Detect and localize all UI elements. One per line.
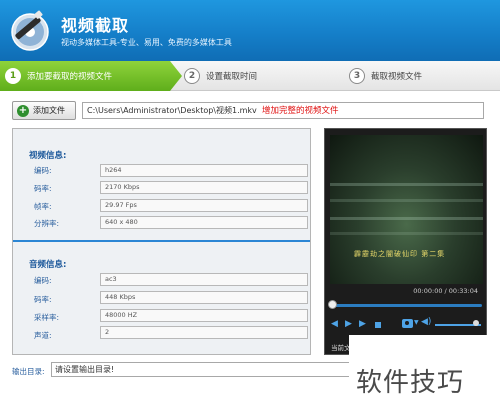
watermark-text: 软件技巧 — [356, 368, 465, 398]
disc-wand-logo-icon — [11, 10, 49, 51]
video-codec-field: h264 — [100, 164, 308, 177]
audio-channels-field: 2 — [100, 326, 308, 339]
video-codec-label: 编码: — [34, 166, 52, 175]
water-texture — [330, 199, 483, 202]
time-readout: 00:00:00 / 00:33:04 — [413, 287, 478, 295]
audio-codec-field: ac3 — [100, 273, 308, 286]
video-player: 霹靂劫之闇破仙印 第二集 00:00:00 / 00:33:04 ◀ ▶ ▶ ▼… — [324, 128, 487, 355]
step-number: 3 — [349, 68, 365, 84]
output-dir-label: 输出目录: — [12, 367, 45, 376]
plus-icon: + — [17, 104, 29, 117]
video-preview[interactable]: 霹靂劫之闇破仙印 第二集 — [330, 135, 483, 284]
play-icon[interactable]: ▶ — [345, 319, 352, 329]
step-number: 1 — [5, 68, 21, 84]
water-texture — [330, 183, 483, 186]
video-bitrate-field: 2170 Kbps — [100, 181, 308, 194]
volume-icon[interactable]: ◀) — [421, 317, 431, 327]
step-label: 设置截取时间 — [206, 72, 258, 82]
step-cut-video[interactable]: 3 截取视频文件 — [349, 61, 422, 91]
video-resolution-field: 640 x 480 — [100, 216, 308, 229]
stop-icon[interactable] — [375, 322, 381, 328]
video-bitrate-label: 码率: — [34, 184, 52, 193]
audio-samplerate-field: 48000 HZ — [100, 309, 308, 322]
video-framerate-field: 29.97 Fps — [100, 199, 308, 212]
audio-bitrate-label: 码率: — [34, 295, 52, 304]
step-add-file[interactable]: 1 添加要截取的视频文件 — [0, 61, 182, 91]
seek-handle[interactable] — [328, 300, 337, 309]
add-file-button[interactable]: + 添加文件 — [12, 101, 76, 120]
audio-samplerate-label: 采样率: — [34, 313, 60, 322]
rewind-icon[interactable]: ◀ — [331, 319, 338, 329]
file-hint-annotation: 增加完整的视频文件 — [262, 106, 339, 116]
step-label: 截取视频文件 — [371, 72, 423, 82]
section-divider — [13, 240, 310, 242]
audio-bitrate-field: 448 Kbps — [100, 291, 308, 304]
forward-icon[interactable]: ▶ — [359, 319, 366, 329]
camera-icon[interactable] — [402, 319, 413, 328]
audio-channels-label: 声道: — [34, 331, 52, 340]
video-subtitle: 霹靂劫之闇破仙印 第二集 — [354, 250, 446, 258]
app-header: 视频截取 视动多媒体工具-专业、易用、免费的多媒体工具 — [0, 0, 500, 61]
app-title: 视频截取 — [61, 16, 130, 35]
audio-codec-label: 编码: — [34, 276, 52, 285]
output-dir-input[interactable]: 请设置输出目录! — [51, 362, 351, 377]
video-info-title: 视频信息: — [29, 151, 67, 161]
wizard-steps: 1 添加要截取的视频文件 2 设置截取时间 3 截取视频文件 — [0, 61, 500, 91]
video-framerate-label: 帧率: — [34, 202, 52, 211]
step-number: 2 — [184, 68, 200, 84]
audio-info-title: 音频信息: — [29, 260, 67, 270]
media-info-panel: 视频信息: 编码: h264 码率: 2170 Kbps 帧率: 29.97 F… — [12, 128, 311, 355]
seek-bar[interactable] — [331, 304, 482, 307]
step-set-time[interactable]: 2 设置截取时间 — [184, 61, 257, 91]
chevron-down-icon[interactable]: ▼ — [414, 319, 419, 326]
water-texture — [330, 232, 483, 235]
water-texture — [330, 217, 483, 220]
app-subtitle: 视动多媒体工具-专业、易用、免费的多媒体工具 — [61, 38, 232, 47]
step-label: 添加要截取的视频文件 — [27, 72, 113, 82]
current-position-label: 当前文 — [331, 344, 351, 352]
video-resolution-label: 分辨率: — [34, 219, 60, 228]
add-file-label: 添加文件 — [33, 106, 65, 115]
